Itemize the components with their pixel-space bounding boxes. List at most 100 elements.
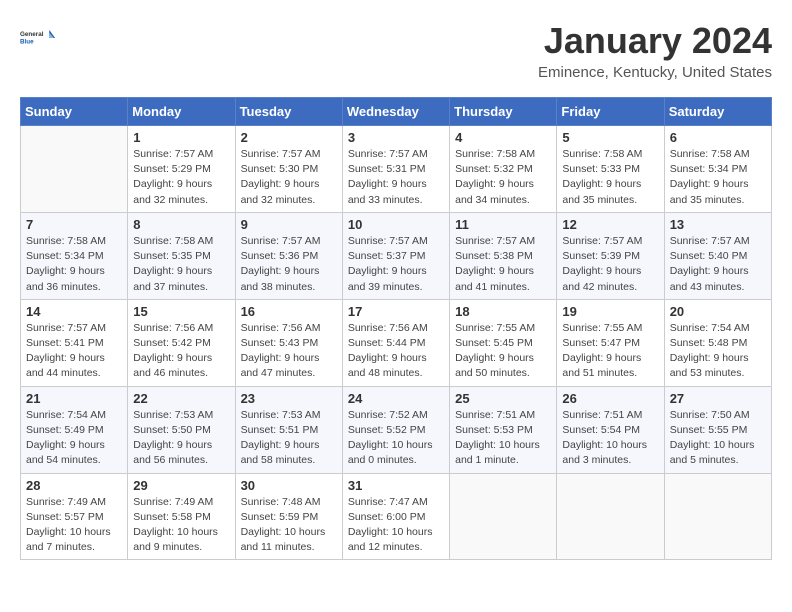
calendar-week-row: 7 Sunrise: 7:58 AMSunset: 5:34 PMDaylight… xyxy=(21,212,772,299)
day-number: 23 xyxy=(241,391,337,406)
calendar-cell: 9 Sunrise: 7:57 AMSunset: 5:36 PMDaylight… xyxy=(235,212,342,299)
day-number: 29 xyxy=(133,478,229,493)
day-info: Sunrise: 7:47 AMSunset: 6:00 PMDaylight:… xyxy=(348,495,444,556)
day-info: Sunrise: 7:56 AMSunset: 5:42 PMDaylight:… xyxy=(133,321,229,382)
calendar-cell xyxy=(664,473,771,560)
calendar-cell: 26Sunrise: 7:51 AMSunset: 5:54 PMDayligh… xyxy=(557,386,664,473)
day-number: 3 xyxy=(348,130,444,145)
day-info: Sunrise: 7:52 AMSunset: 5:52 PMDaylight:… xyxy=(348,408,444,469)
calendar-cell: 28 Sunrise: 7:49 AMSunset: 5:57 PMDayligh… xyxy=(21,473,128,560)
calendar-cell: 30 Sunrise: 7:48 AMSunset: 5:59 PMDayligh… xyxy=(235,473,342,560)
calendar-cell: 22Sunrise: 7:53 AMSunset: 5:50 PMDayligh… xyxy=(128,386,235,473)
day-info: Sunrise: 7:53 AMSunset: 5:51 PMDaylight:… xyxy=(241,408,337,469)
day-info: Sunrise: 7:54 AMSunset: 5:48 PMDaylight:… xyxy=(670,321,766,382)
day-info: Sunrise: 7:58 AMSunset: 5:34 PMDaylight:… xyxy=(26,234,122,295)
weekday-header-cell: Thursday xyxy=(450,98,557,126)
day-number: 4 xyxy=(455,130,551,145)
day-info: Sunrise: 7:57 AMSunset: 5:38 PMDaylight:… xyxy=(455,234,551,295)
day-number: 10 xyxy=(348,217,444,232)
calendar-cell: 21 Sunrise: 7:54 AMSunset: 5:49 PMDayligh… xyxy=(21,386,128,473)
day-number: 2 xyxy=(241,130,337,145)
calendar-cell xyxy=(557,473,664,560)
day-info: Sunrise: 7:48 AMSunset: 5:59 PMDaylight:… xyxy=(241,495,337,556)
calendar-cell: 17 Sunrise: 7:56 AMSunset: 5:44 PMDayligh… xyxy=(342,299,449,386)
calendar-body: 1Sunrise: 7:57 AMSunset: 5:29 PMDaylight… xyxy=(21,126,772,560)
day-info: Sunrise: 7:54 AMSunset: 5:49 PMDaylight:… xyxy=(26,408,122,469)
day-info: Sunrise: 7:57 AMSunset: 5:37 PMDaylight:… xyxy=(348,234,444,295)
calendar-week-row: 28 Sunrise: 7:49 AMSunset: 5:57 PMDayligh… xyxy=(21,473,772,560)
calendar-cell: 7 Sunrise: 7:58 AMSunset: 5:34 PMDaylight… xyxy=(21,212,128,299)
weekday-header-cell: Wednesday xyxy=(342,98,449,126)
day-info: Sunrise: 7:49 AMSunset: 5:57 PMDaylight:… xyxy=(26,495,122,556)
day-info: Sunrise: 7:57 AMSunset: 5:30 PMDaylight:… xyxy=(241,147,337,208)
calendar-cell: 27Sunrise: 7:50 AMSunset: 5:55 PMDayligh… xyxy=(664,386,771,473)
day-info: Sunrise: 7:55 AMSunset: 5:45 PMDaylight:… xyxy=(455,321,551,382)
day-number: 19 xyxy=(562,304,658,319)
day-info: Sunrise: 7:57 AMSunset: 5:36 PMDaylight:… xyxy=(241,234,337,295)
weekday-header-cell: Monday xyxy=(128,98,235,126)
day-info: Sunrise: 7:58 AMSunset: 5:34 PMDaylight:… xyxy=(670,147,766,208)
day-number: 13 xyxy=(670,217,766,232)
day-info: Sunrise: 7:49 AMSunset: 5:58 PMDaylight:… xyxy=(133,495,229,556)
day-info: Sunrise: 7:57 AMSunset: 5:31 PMDaylight:… xyxy=(348,147,444,208)
calendar-cell: 3 Sunrise: 7:57 AMSunset: 5:31 PMDaylight… xyxy=(342,126,449,213)
day-number: 24 xyxy=(348,391,444,406)
day-info: Sunrise: 7:55 AMSunset: 5:47 PMDaylight:… xyxy=(562,321,658,382)
calendar-title: January 2024 xyxy=(538,20,772,62)
day-number: 7 xyxy=(26,217,122,232)
day-number: 11 xyxy=(455,217,551,232)
calendar-cell: 5 Sunrise: 7:58 AMSunset: 5:33 PMDaylight… xyxy=(557,126,664,213)
day-info: Sunrise: 7:57 AMSunset: 5:39 PMDaylight:… xyxy=(562,234,658,295)
day-info: Sunrise: 7:58 AMSunset: 5:32 PMDaylight:… xyxy=(455,147,551,208)
day-number: 18 xyxy=(455,304,551,319)
calendar-cell: 10 Sunrise: 7:57 AMSunset: 5:37 PMDayligh… xyxy=(342,212,449,299)
day-info: Sunrise: 7:56 AMSunset: 5:44 PMDaylight:… xyxy=(348,321,444,382)
calendar-cell: 2 Sunrise: 7:57 AMSunset: 5:30 PMDaylight… xyxy=(235,126,342,213)
day-info: Sunrise: 7:58 AMSunset: 5:33 PMDaylight:… xyxy=(562,147,658,208)
day-number: 31 xyxy=(348,478,444,493)
weekday-header-row: SundayMondayTuesdayWednesdayThursdayFrid… xyxy=(21,98,772,126)
calendar-subtitle: Eminence, Kentucky, United States xyxy=(538,64,772,81)
weekday-header-cell: Friday xyxy=(557,98,664,126)
calendar-cell: 25Sunrise: 7:51 AMSunset: 5:53 PMDayligh… xyxy=(450,386,557,473)
day-number: 30 xyxy=(241,478,337,493)
calendar-week-row: 14 Sunrise: 7:57 AMSunset: 5:41 PMDayligh… xyxy=(21,299,772,386)
calendar-cell xyxy=(450,473,557,560)
day-number: 22 xyxy=(133,391,229,406)
day-info: Sunrise: 7:56 AMSunset: 5:43 PMDaylight:… xyxy=(241,321,337,382)
logo: GeneralBlue xyxy=(20,20,56,56)
day-info: Sunrise: 7:51 AMSunset: 5:53 PMDaylight:… xyxy=(455,408,551,469)
day-info: Sunrise: 7:57 AMSunset: 5:29 PMDaylight:… xyxy=(133,147,229,208)
day-info: Sunrise: 7:57 AMSunset: 5:40 PMDaylight:… xyxy=(670,234,766,295)
day-number: 28 xyxy=(26,478,122,493)
day-info: Sunrise: 7:57 AMSunset: 5:41 PMDaylight:… xyxy=(26,321,122,382)
calendar-week-row: 21 Sunrise: 7:54 AMSunset: 5:49 PMDayligh… xyxy=(21,386,772,473)
calendar-cell: 4 Sunrise: 7:58 AMSunset: 5:32 PMDaylight… xyxy=(450,126,557,213)
calendar-table: SundayMondayTuesdayWednesdayThursdayFrid… xyxy=(20,97,772,560)
calendar-cell: 8Sunrise: 7:58 AMSunset: 5:35 PMDaylight… xyxy=(128,212,235,299)
day-number: 26 xyxy=(562,391,658,406)
calendar-cell: 12Sunrise: 7:57 AMSunset: 5:39 PMDayligh… xyxy=(557,212,664,299)
calendar-cell: 19 Sunrise: 7:55 AMSunset: 5:47 PMDayligh… xyxy=(557,299,664,386)
calendar-cell xyxy=(21,126,128,213)
calendar-cell: 20Sunrise: 7:54 AMSunset: 5:48 PMDayligh… xyxy=(664,299,771,386)
title-area: January 2024 Eminence, Kentucky, United … xyxy=(538,20,772,81)
weekday-header-cell: Saturday xyxy=(664,98,771,126)
calendar-cell: 6 Sunrise: 7:58 AMSunset: 5:34 PMDaylight… xyxy=(664,126,771,213)
day-number: 9 xyxy=(241,217,337,232)
calendar-cell: 23 Sunrise: 7:53 AMSunset: 5:51 PMDayligh… xyxy=(235,386,342,473)
calendar-cell: 14 Sunrise: 7:57 AMSunset: 5:41 PMDayligh… xyxy=(21,299,128,386)
day-number: 21 xyxy=(26,391,122,406)
day-number: 15 xyxy=(133,304,229,319)
day-number: 14 xyxy=(26,304,122,319)
day-info: Sunrise: 7:58 AMSunset: 5:35 PMDaylight:… xyxy=(133,234,229,295)
day-number: 17 xyxy=(348,304,444,319)
calendar-cell: 1Sunrise: 7:57 AMSunset: 5:29 PMDaylight… xyxy=(128,126,235,213)
page-header: GeneralBlue January 2024 Eminence, Kentu… xyxy=(20,20,772,81)
calendar-cell: 16Sunrise: 7:56 AMSunset: 5:43 PMDayligh… xyxy=(235,299,342,386)
calendar-cell: 13 Sunrise: 7:57 AMSunset: 5:40 PMDayligh… xyxy=(664,212,771,299)
calendar-cell: 18 Sunrise: 7:55 AMSunset: 5:45 PMDayligh… xyxy=(450,299,557,386)
day-number: 5 xyxy=(562,130,658,145)
day-number: 6 xyxy=(670,130,766,145)
weekday-header-cell: Tuesday xyxy=(235,98,342,126)
